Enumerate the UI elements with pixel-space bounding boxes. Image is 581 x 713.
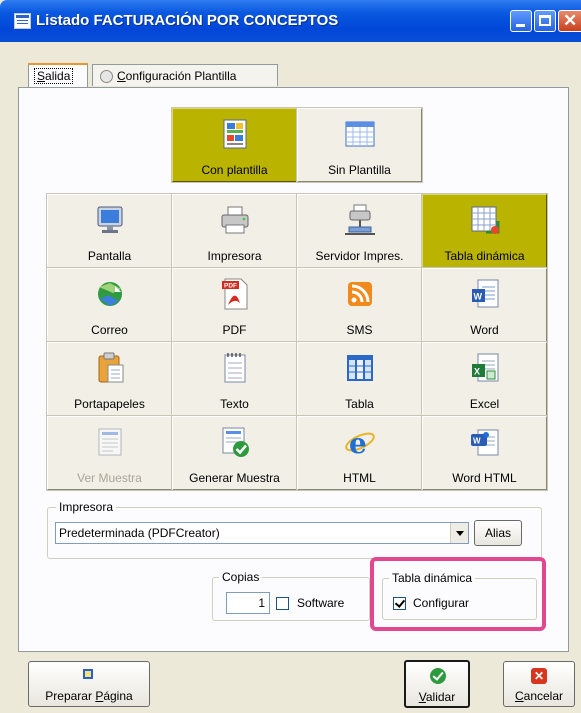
word-icon: W xyxy=(471,279,498,308)
tab-configuracion-plantilla[interactable]: Configuración Plantilla xyxy=(92,64,278,86)
preparar-pagina-button[interactable]: Preparar Página xyxy=(28,661,150,707)
annotation-highlight xyxy=(370,557,546,631)
template-layout-icon xyxy=(223,119,246,149)
excel-icon: X xyxy=(471,353,498,382)
sms-icon xyxy=(347,282,372,306)
pivot-table-icon xyxy=(471,206,499,234)
software-label: Software xyxy=(297,596,345,610)
output-label: Portapapeles xyxy=(74,397,145,411)
output-label: Excel xyxy=(469,397,500,411)
output-pdf-button[interactable]: PDF PDF xyxy=(171,267,298,343)
output-tabla-dinamica-button[interactable]: Tabla dinámica xyxy=(421,193,548,269)
printer-icon xyxy=(221,206,248,234)
tab-salida-label: Salida xyxy=(34,68,74,84)
printer-select-value: Predeterminada (PDFCreator) xyxy=(59,526,220,540)
svg-text:W: W xyxy=(473,437,481,446)
output-label: Tabla xyxy=(345,397,374,411)
output-label: Tabla dinámica xyxy=(444,249,525,263)
cancelar-button[interactable]: ✕ Cancelar xyxy=(503,661,575,707)
software-checkbox[interactable] xyxy=(276,597,289,610)
generate-preview-icon xyxy=(222,427,249,457)
tab-config-label: Configuración Plantilla xyxy=(117,69,237,83)
alias-label: Alias xyxy=(484,526,511,540)
sin-plantilla-button[interactable]: Sin Plantilla xyxy=(296,107,423,183)
con-plantilla-label: Con plantilla xyxy=(201,163,268,177)
validar-button[interactable]: Validar xyxy=(404,660,470,708)
alias-button[interactable]: Alias xyxy=(474,520,522,546)
output-label: Word HTML xyxy=(452,471,517,485)
svg-text:X: X xyxy=(474,367,480,377)
preparar-pagina-label: Preparar Página xyxy=(45,689,133,703)
page-setup-icon xyxy=(83,669,93,679)
output-label: HTML xyxy=(343,471,376,485)
dialog-window: Listado FACTURACIÓN POR CONCEPTOS ✕ Sali… xyxy=(0,0,581,713)
print-server-icon xyxy=(344,204,375,235)
con-plantilla-button[interactable]: Con plantilla xyxy=(171,107,298,183)
output-servidor-impres-button[interactable]: Servidor Impres. xyxy=(296,193,423,269)
sin-plantilla-label: Sin Plantilla xyxy=(328,163,391,177)
word-html-icon: W xyxy=(470,429,498,456)
output-label: Pantalla xyxy=(87,249,132,263)
output-label: SMS xyxy=(346,323,373,337)
output-impresora-button[interactable]: Impresora xyxy=(171,193,298,269)
output-texto-button[interactable]: Texto xyxy=(171,341,298,417)
output-word-html-button[interactable]: W Word HTML xyxy=(421,415,548,491)
mail-icon xyxy=(97,282,122,306)
output-html-button[interactable]: e HTML xyxy=(296,415,423,491)
maximize-icon xyxy=(539,15,551,26)
template-icon xyxy=(100,70,113,83)
maximize-button[interactable] xyxy=(534,10,556,32)
pdf-icon: PDF xyxy=(221,278,247,310)
output-label: Servidor Impres. xyxy=(315,249,404,263)
window-title: Listado FACTURACIÓN POR CONCEPTOS xyxy=(36,12,339,29)
minimize-icon xyxy=(516,24,525,27)
preview-icon xyxy=(98,428,121,456)
svg-text:PDF: PDF xyxy=(224,283,237,290)
close-icon: ✕ xyxy=(563,11,578,30)
output-pantalla-button[interactable]: Pantalla xyxy=(46,193,173,269)
output-label: Word xyxy=(470,323,499,337)
window-list-icon xyxy=(14,13,31,29)
tab-salida[interactable]: Salida xyxy=(28,63,88,87)
output-portapapeles-button[interactable]: Portapapeles xyxy=(46,341,173,417)
impresora-label: Impresora xyxy=(56,500,117,514)
output-sms-button[interactable]: SMS xyxy=(296,267,423,343)
check-icon xyxy=(430,668,446,684)
output-label: Generar Muestra xyxy=(189,471,280,485)
text-notepad-icon xyxy=(224,353,245,383)
blank-grid-icon xyxy=(345,121,374,147)
output-label: Impresora xyxy=(207,249,262,263)
output-label: Texto xyxy=(220,397,249,411)
output-excel-button[interactable]: X Excel xyxy=(421,341,548,417)
output-label: Correo xyxy=(91,323,128,337)
title-bar[interactable]: Listado FACTURACIÓN POR CONCEPTOS ✕ xyxy=(0,0,581,42)
output-generar-muestra-button[interactable]: Generar Muestra xyxy=(171,415,298,491)
copies-input[interactable]: 1 xyxy=(226,592,270,614)
output-ver-muestra-button: Ver Muestra xyxy=(46,415,173,491)
monitor-icon xyxy=(97,206,122,233)
output-label: PDF xyxy=(222,323,247,337)
validar-label: Validar xyxy=(418,690,456,704)
output-word-button[interactable]: W Word xyxy=(421,267,548,343)
cancel-x-icon: ✕ xyxy=(531,668,547,684)
html-ie-icon: e xyxy=(344,427,375,459)
output-label: Ver Muestra xyxy=(77,471,142,485)
clipboard-icon xyxy=(98,352,123,383)
output-tabla-button[interactable]: Tabla xyxy=(296,341,423,417)
svg-text:e: e xyxy=(349,427,367,459)
copias-label: Copias xyxy=(219,570,263,584)
printer-select[interactable]: Predeterminada (PDFCreator) xyxy=(55,522,469,544)
minimize-button[interactable] xyxy=(510,10,532,32)
svg-text:W: W xyxy=(473,292,482,302)
close-button[interactable]: ✕ xyxy=(558,10,581,32)
cancelar-label: Cancelar xyxy=(514,689,564,703)
table-icon xyxy=(346,355,373,381)
output-correo-button[interactable]: Correo xyxy=(46,267,173,343)
chevron-down-icon[interactable] xyxy=(450,523,468,543)
